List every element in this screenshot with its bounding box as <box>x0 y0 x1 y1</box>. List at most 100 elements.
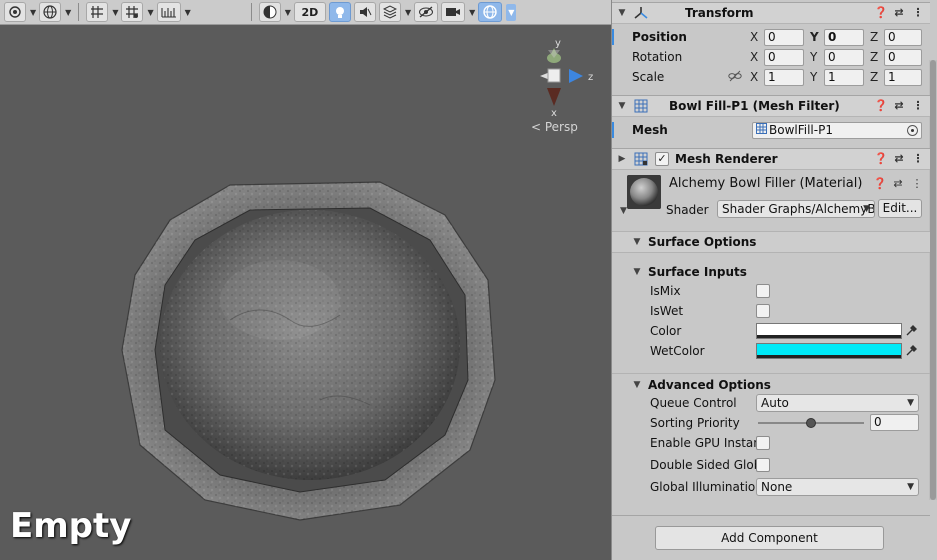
increment-snap-icon[interactable] <box>121 2 144 22</box>
effects-toggle-icon[interactable] <box>378 2 401 22</box>
rotation-x-field[interactable]: 0 <box>764 48 804 66</box>
wet-color-swatch[interactable] <box>756 343 902 359</box>
chevron-down-icon[interactable]: ▼ <box>469 8 475 17</box>
is-mix-checkbox[interactable] <box>756 284 770 298</box>
double-sided-checkbox[interactable] <box>756 458 770 472</box>
edit-shader-button[interactable]: Edit... <box>878 199 922 218</box>
more-options-icon[interactable]: ⋮ <box>912 99 924 112</box>
sorting-priority-field[interactable]: 0 <box>870 414 919 431</box>
shader-dropdown[interactable]: Shader Graphs/AlchemyB ▼ <box>717 200 875 218</box>
position-y-field[interactable]: 0 <box>824 28 864 46</box>
foldout-arrow-icon[interactable]: ▼ <box>615 8 629 18</box>
gizmos-icon[interactable] <box>478 2 503 22</box>
presets-icon[interactable]: ⇄ <box>893 99 905 112</box>
scene-view[interactable]: ▼ ▼ ▼ ▼ ▼ ▼ 2D ▼ ▼ ▼ y z x < Persp Empty <box>0 0 611 560</box>
draw-mode-icon[interactable] <box>258 2 281 22</box>
sorting-priority-row: Sorting Priority 0 <box>612 413 930 433</box>
eyedropper-icon[interactable] <box>903 323 919 339</box>
surface-options-section[interactable]: ▼ Surface Options <box>612 231 930 253</box>
chevron-down-icon[interactable]: ▼ <box>112 8 118 17</box>
queue-control-dropdown[interactable]: Auto ▼ <box>756 394 919 412</box>
scale-z-field[interactable]: 1 <box>884 68 922 86</box>
more-options-icon[interactable]: ⋮ <box>912 152 924 165</box>
presets-icon[interactable]: ⇄ <box>892 177 904 190</box>
global-illumination-dropdown[interactable]: None ▼ <box>756 478 919 496</box>
mesh-filter-title: Bowl Fill-P1 (Mesh Filter) <box>669 99 840 113</box>
audio-toggle-icon[interactable] <box>353 2 376 22</box>
projection-toggle[interactable]: < Persp <box>531 120 578 134</box>
presets-icon[interactable]: ⇄ <box>893 152 905 165</box>
sorting-priority-slider-thumb[interactable] <box>806 418 816 428</box>
toggle-2d-button[interactable]: 2D <box>293 2 326 22</box>
chevron-down-icon: ▼ <box>863 204 870 214</box>
foldout-arrow-icon[interactable]: ▼ <box>630 237 644 247</box>
foldout-arrow-icon[interactable]: ▼ <box>630 267 644 277</box>
rotation-y-field[interactable]: 0 <box>824 48 864 66</box>
axis-z-label: Z <box>870 70 879 84</box>
chevron-down-icon: ▼ <box>907 398 914 408</box>
chevron-down-icon[interactable]: ▼ <box>147 8 153 17</box>
transform-header[interactable]: ▼ Transform ❓ ⇄ ⋮ <box>612 2 930 24</box>
more-options-icon[interactable]: ⋮ <box>912 6 924 19</box>
global-illumination-value: None <box>761 480 793 494</box>
inspector-scrollbar[interactable] <box>929 60 937 500</box>
mesh-renderer-enabled-checkbox[interactable]: ✓ <box>655 152 669 166</box>
help-icon[interactable]: ❓ <box>873 177 887 190</box>
ruler-icon[interactable] <box>156 2 181 22</box>
grid-snap-icon[interactable] <box>86 2 109 22</box>
scale-row: Scale X 1 Y 1 Z 1 <box>612 67 930 87</box>
hidden-objects-icon[interactable] <box>414 2 439 22</box>
chevron-down-icon: ▼ <box>907 482 914 492</box>
scale-x-field[interactable]: 1 <box>764 68 804 86</box>
foldout-arrow-icon[interactable]: ▼ <box>620 206 627 216</box>
shader-label: Shader <box>666 203 709 217</box>
shading-mode-icon[interactable] <box>4 2 26 22</box>
gpu-instancing-checkbox[interactable] <box>756 436 770 450</box>
mesh-renderer-header[interactable]: ▶ ✓ Mesh Renderer ❓ ⇄ ⋮ <box>612 148 930 170</box>
transform-icon <box>633 5 649 21</box>
mesh-filter-header[interactable]: ▼ Bowl Fill-P1 (Mesh Filter) ❓ ⇄ ⋮ <box>612 95 930 117</box>
chevron-down-icon[interactable]: ▼ <box>506 3 517 21</box>
presets-icon[interactable]: ⇄ <box>893 6 905 19</box>
foldout-arrow-icon[interactable]: ▶ <box>615 154 629 164</box>
scrollbar-thumb[interactable] <box>930 60 936 500</box>
foldout-arrow-icon[interactable]: ▼ <box>615 101 629 111</box>
camera-icon[interactable] <box>441 2 466 22</box>
advanced-options-section[interactable]: ▼ Advanced Options <box>612 373 930 395</box>
wet-color-label: WetColor <box>650 344 705 358</box>
chevron-down-icon[interactable]: ▼ <box>185 8 191 17</box>
constrain-proportions-icon[interactable] <box>728 70 742 85</box>
help-icon[interactable]: ❓ <box>874 99 888 112</box>
rotation-label: Rotation <box>632 50 683 64</box>
chevron-down-icon[interactable]: ▼ <box>405 8 411 17</box>
gpu-instancing-label: Enable GPU Instan <box>650 436 761 450</box>
more-options-icon[interactable]: ⋮ <box>911 177 923 190</box>
chevron-down-icon[interactable]: ▼ <box>30 8 36 17</box>
help-icon[interactable]: ❓ <box>874 152 888 165</box>
is-wet-checkbox[interactable] <box>756 304 770 318</box>
surface-inputs-title: Surface Inputs <box>648 265 747 279</box>
position-x-field[interactable]: 0 <box>764 28 804 46</box>
object-picker-icon[interactable] <box>907 124 918 136</box>
globe-icon[interactable] <box>39 2 62 22</box>
rotation-z-field[interactable]: 0 <box>884 48 922 66</box>
chevron-down-icon[interactable]: ▼ <box>65 8 71 17</box>
lighting-toggle-icon[interactable] <box>328 2 351 22</box>
axis-z-label: Z <box>870 50 879 64</box>
position-z-field[interactable]: 0 <box>884 28 922 46</box>
surface-inputs-section[interactable]: ▼ Surface Inputs <box>612 261 930 283</box>
divider <box>612 515 930 516</box>
scale-y-field[interactable]: 1 <box>824 68 864 86</box>
bowl-mesh[interactable] <box>110 180 500 525</box>
axis-x-label: X <box>750 70 759 84</box>
foldout-arrow-icon[interactable]: ▼ <box>630 380 644 390</box>
add-component-button[interactable]: Add Component <box>655 526 884 550</box>
mesh-object-field[interactable]: BowlFill-P1 <box>752 121 922 139</box>
help-icon[interactable]: ❓ <box>874 6 888 19</box>
axis-x-label: X <box>750 50 759 64</box>
mesh-row: Mesh BowlFill-P1 <box>612 120 930 140</box>
chevron-down-icon[interactable]: ▼ <box>285 8 291 17</box>
color-swatch[interactable] <box>756 323 902 339</box>
wet-color-row: WetColor <box>612 341 930 361</box>
eyedropper-icon[interactable] <box>903 343 919 359</box>
